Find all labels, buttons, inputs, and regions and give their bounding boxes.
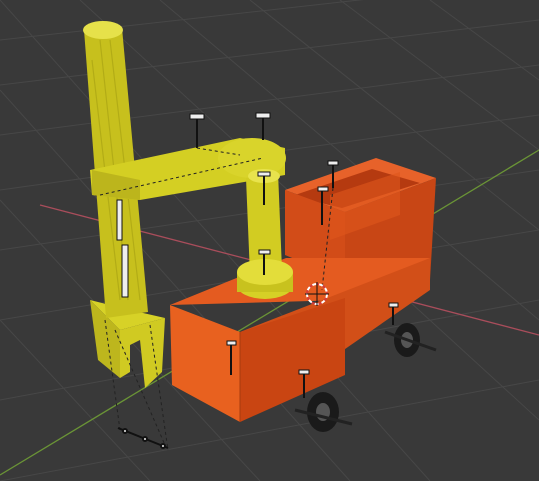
3d-viewport[interactable] xyxy=(0,0,539,481)
